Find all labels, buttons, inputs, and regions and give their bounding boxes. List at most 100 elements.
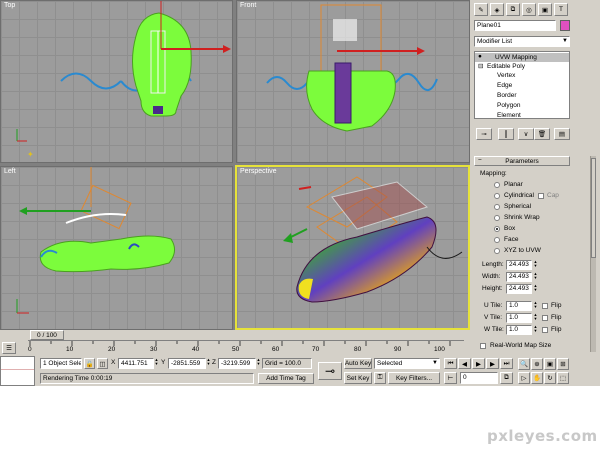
chevron-down-icon: ▼ — [432, 360, 438, 366]
cap-checkbox[interactable] — [538, 193, 544, 199]
tick-50: 50 — [232, 346, 240, 353]
width-input[interactable]: 24.493 — [506, 272, 532, 282]
motion-tab-icon[interactable]: ◎ — [522, 3, 536, 16]
time-slider-handle[interactable]: 0 / 100 — [30, 330, 64, 340]
utilities-tab-icon[interactable]: T — [554, 3, 568, 16]
tick-0: 0 — [28, 346, 32, 353]
object-name-field[interactable]: Plane01 — [474, 20, 556, 31]
stack-sub-vertex[interactable]: Vertex — [497, 72, 515, 79]
maxscript-listener[interactable] — [0, 356, 35, 386]
expand-icon[interactable]: ⊟ — [478, 62, 483, 70]
viewport-front[interactable]: Front — [236, 0, 470, 163]
radio-shrink-wrap-label: Shrink Wrap — [504, 214, 540, 221]
previous-frame-icon[interactable]: ◀ — [458, 358, 471, 369]
pan-icon[interactable]: ✋ — [531, 372, 543, 384]
height-spinner-icon[interactable]: ▲ ▼ — [533, 284, 538, 293]
front-view-graphic — [266, 4, 438, 132]
radio-spherical[interactable] — [494, 204, 500, 210]
object-color-swatch[interactable] — [560, 20, 570, 31]
z-spinner-icon[interactable]: ▲ ▼ — [256, 358, 261, 367]
track-bar: ☰ 0 10 20 30 40 50 60 70 80 90 100 — [0, 340, 470, 356]
viewport-left[interactable]: Left — [0, 166, 233, 330]
key-selection-dropdown[interactable]: Selected ▼ — [374, 358, 440, 369]
maximize-viewport-icon[interactable]: ⬚ — [557, 372, 569, 384]
key-mode-toggle-icon[interactable]: ⊢ — [444, 372, 457, 384]
radio-face[interactable] — [494, 237, 500, 243]
vtile-flip-checkbox[interactable] — [542, 315, 548, 321]
display-tab-icon[interactable]: ▣ — [538, 3, 552, 16]
width-spinner-icon[interactable]: ▲ ▼ — [533, 272, 538, 281]
viewport-top[interactable]: Top ✦ — [0, 0, 233, 163]
grid-size-field: Grid = 100.0 — [262, 358, 312, 369]
create-tab-icon[interactable]: ✎ — [474, 3, 488, 16]
time-slider-value: 0 / 100 — [37, 331, 57, 339]
length-input[interactable]: 24.493 — [506, 260, 532, 270]
vtile-spinner-icon[interactable]: ▲ ▼ — [533, 313, 538, 322]
z-coordinate-field[interactable]: -3219.599 — [218, 358, 256, 369]
stack-item-editable-poly[interactable]: ⊟ Editable Poly — [475, 62, 569, 71]
vtile-input[interactable]: 1.0 — [506, 313, 532, 323]
absolute-mode-icon[interactable]: ◫ — [97, 358, 108, 369]
current-frame-field[interactable]: 0 — [460, 372, 498, 384]
panel-scrollbar[interactable] — [590, 156, 596, 352]
time-config-icon[interactable]: ⧉ — [500, 372, 513, 384]
rollout-collapse-icon: − — [478, 157, 482, 164]
configure-sets-icon[interactable]: ▤ — [554, 128, 570, 140]
go-to-end-icon[interactable]: ⏭ — [500, 358, 513, 369]
x-spinner-icon[interactable]: ▲ ▼ — [154, 358, 159, 367]
lock-selection-icon[interactable]: 🔒 — [84, 358, 95, 369]
panel-scrollbar-thumb[interactable] — [591, 158, 596, 258]
make-unique-icon[interactable]: ∨ — [518, 128, 534, 140]
stack-item-uvw-mapping[interactable]: ● UVW Mapping — [475, 53, 569, 62]
stack-sub-element[interactable]: Element — [497, 112, 521, 119]
stack-sub-edge[interactable]: Edge — [497, 82, 512, 89]
auto-key-button[interactable]: Auto Key — [344, 358, 372, 369]
stack-sub-border[interactable]: Border — [497, 92, 517, 99]
field-of-view-icon[interactable]: ▷ — [518, 372, 530, 384]
length-spinner-icon[interactable]: ▲ ▼ — [533, 260, 538, 269]
radio-shrink-wrap[interactable] — [494, 215, 500, 221]
viewport-perspective[interactable]: Perspective — [235, 165, 470, 330]
show-end-result-icon[interactable]: ║ — [498, 128, 514, 140]
pin-stack-icon[interactable]: ⊸ — [476, 128, 492, 140]
radio-planar[interactable] — [494, 182, 500, 188]
radio-xyz-to-uvw[interactable] — [494, 248, 500, 254]
utile-flip-checkbox[interactable] — [542, 303, 548, 309]
y-spinner-icon[interactable]: ▲ ▼ — [206, 358, 211, 367]
utile-spinner-icon[interactable]: ▲ ▼ — [533, 301, 538, 310]
wtile-flip-checkbox[interactable] — [542, 327, 548, 333]
add-time-tag-button[interactable]: Add Time Tag — [258, 373, 314, 384]
set-key-filter-icon[interactable]: ⚿ — [374, 372, 386, 384]
parameters-rollout-header[interactable]: − Parameters — [474, 156, 570, 166]
zoom-extents-all-icon[interactable]: ⊞ — [557, 358, 569, 370]
wtile-spinner-icon[interactable]: ▲ ▼ — [533, 325, 538, 334]
height-input[interactable]: 24.493 — [506, 284, 532, 294]
real-world-checkbox[interactable] — [480, 343, 486, 349]
wtile-input[interactable]: 1.0 — [506, 325, 532, 335]
set-key-button[interactable]: Set Key — [344, 372, 372, 384]
stack-sub-polygon[interactable]: Polygon — [497, 102, 521, 109]
curve-editor-icon[interactable]: ☰ — [2, 342, 16, 354]
remove-modifier-icon[interactable]: 🗑 — [534, 128, 550, 140]
x-coordinate-field[interactable]: 4411.751 — [118, 358, 154, 369]
zoom-all-icon[interactable]: ⊕ — [531, 358, 543, 370]
hierarchy-tab-icon[interactable]: ⧉ — [506, 3, 520, 16]
go-to-start-icon[interactable]: ⏮ — [444, 358, 457, 369]
play-icon[interactable]: ▶ — [472, 358, 485, 369]
modifier-list-dropdown[interactable]: Modifier List ▼ — [474, 36, 570, 47]
orbit-icon[interactable]: ↻ — [544, 372, 556, 384]
modify-tab-icon[interactable]: ◈ — [490, 3, 504, 16]
utile-input[interactable]: 1.0 — [506, 301, 532, 311]
real-world-label: Real-World Map Size — [490, 342, 552, 349]
stack-bulb-icon[interactable]: ● — [478, 53, 482, 60]
zoom-extents-icon[interactable]: ▣ — [544, 358, 556, 370]
radio-cylindrical[interactable] — [494, 193, 500, 199]
y-coordinate-field[interactable]: -2851.559 — [168, 358, 206, 369]
zoom-icon[interactable]: 🔍 — [518, 358, 530, 370]
key-mode-icon[interactable]: ⊸ — [318, 362, 342, 380]
top-view-graphic: ✦ — [16, 1, 231, 159]
perspective-view-graphic — [283, 176, 463, 303]
next-frame-icon[interactable]: ▶ — [486, 358, 499, 369]
radio-box[interactable] — [494, 226, 500, 232]
key-filters-button[interactable]: Key Filters... — [388, 372, 440, 384]
